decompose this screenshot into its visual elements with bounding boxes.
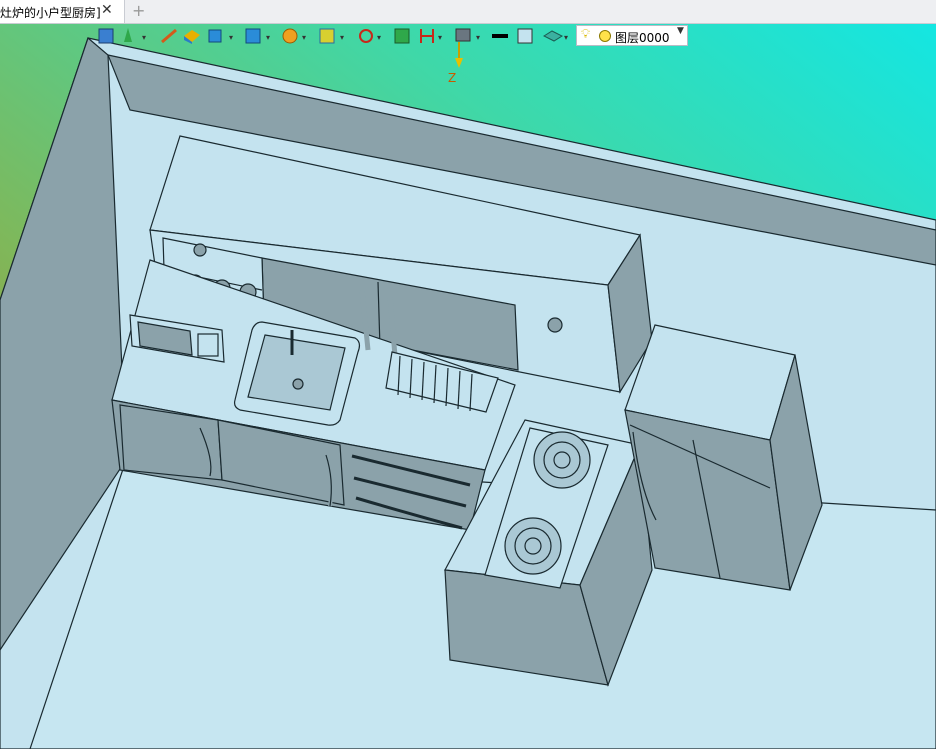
layer-name: 图层0000 (615, 31, 670, 45)
sink (233, 321, 361, 426)
chevron-down-icon: ▼ (677, 26, 684, 36)
svg-text:▾: ▾ (340, 33, 344, 42)
document-tab[interactable]: 灶炉的小户型厨房] ✕ (0, 0, 125, 23)
lightbulb-icon: 💡︎ (581, 27, 591, 42)
3d-viewport[interactable]: ▾ ▾ ▾ ▾ ▾ ▾ ▾ ▾ ▾ Z (0, 24, 936, 749)
refrigerator (624, 324, 823, 591)
close-tab-icon[interactable]: ✕ (101, 2, 113, 18)
layer-color-dot-icon (599, 30, 611, 42)
document-tab-title: 灶炉的小户型厨房] (0, 6, 101, 20)
line-color-icon[interactable] (492, 34, 508, 38)
svg-text:▾: ▾ (564, 33, 568, 42)
tab-bar: 灶炉的小户型厨房] ✕ + (0, 0, 936, 24)
z-axis-label: Z (448, 71, 456, 85)
svg-text:▾: ▾ (476, 33, 480, 42)
new-tab-icon[interactable]: + (132, 1, 145, 20)
svg-text:▾: ▾ (142, 33, 146, 42)
layer-select[interactable]: 💡︎ 图层0000 ▼ (576, 25, 688, 46)
display-panel-icon[interactable] (394, 28, 410, 44)
fill-color-icon[interactable] (517, 28, 533, 44)
svg-text:▾: ▾ (438, 33, 442, 42)
svg-text:▾: ▾ (229, 33, 233, 42)
zoom-extents-icon[interactable] (98, 28, 114, 44)
svg-text:▾: ▾ (302, 33, 306, 42)
svg-text:▾: ▾ (266, 33, 270, 42)
svg-text:▾: ▾ (377, 33, 381, 42)
